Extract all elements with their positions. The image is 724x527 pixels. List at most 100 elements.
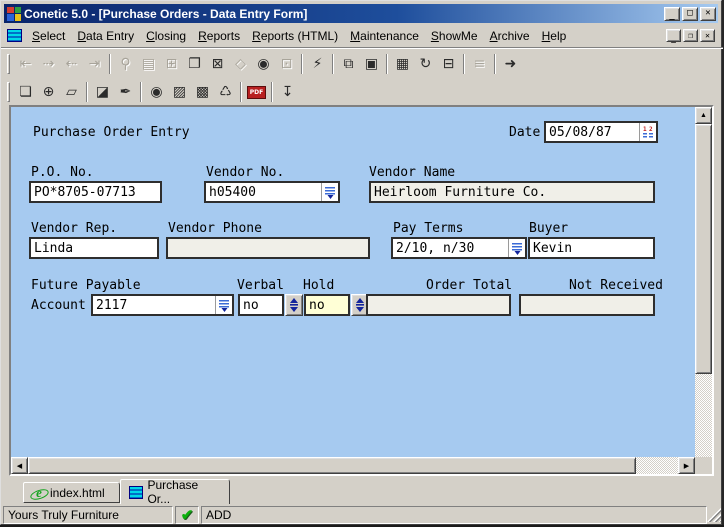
pay-terms-label: Pay Terms <box>393 221 464 236</box>
scroll-up-button[interactable]: ▲ <box>695 107 712 124</box>
vendor-phone-label: Vendor Phone <box>168 221 262 236</box>
mode-status-panel: ADD <box>201 506 707 524</box>
menu-archive[interactable]: Archive <box>484 27 536 45</box>
account-input[interactable] <box>93 296 215 314</box>
vertical-scrollbar[interactable]: ▲ ▼ <box>695 107 712 474</box>
calendar-icon[interactable]: 1 2 <box>639 123 656 141</box>
duplicate-form-button[interactable]: ❐ <box>183 53 206 75</box>
tab-index-html[interactable]: e index.html <box>23 482 120 503</box>
nav-first-button: ⇤ <box>19 56 32 72</box>
print-button[interactable]: ⊟ <box>437 53 460 75</box>
buyer-input[interactable] <box>530 239 653 257</box>
future-payable-label: Future Payable <box>31 278 141 293</box>
menu-data-entry[interactable]: Data Entry <box>71 27 140 45</box>
vendor-rep-input[interactable] <box>31 239 157 257</box>
vendor-rep-label: Vendor Rep. <box>31 221 118 236</box>
vendor-name-field <box>369 181 655 203</box>
find-button[interactable]: ◉ <box>145 81 168 103</box>
horizontal-scrollbar[interactable]: ◀ ▶ <box>11 457 695 474</box>
delete-record-button[interactable]: ⊠ <box>206 53 229 75</box>
stack-button: ≡ <box>473 56 486 72</box>
entry-mode: ADD <box>206 508 232 522</box>
scroll-left-button[interactable]: ◀ <box>11 457 28 474</box>
menu-reports-html[interactable]: Reports (HTML) <box>246 27 344 45</box>
application-window: Conetic 5.0 - [Purchase Orders - Data En… <box>0 0 723 525</box>
hold-field[interactable] <box>304 294 350 316</box>
date-field[interactable]: 1 2 <box>544 121 658 143</box>
menu-maintenance[interactable]: Maintenance <box>344 27 425 45</box>
verbal-input[interactable] <box>240 296 282 314</box>
internet-explorer-icon: e <box>32 485 46 500</box>
pay-terms-input[interactable] <box>393 239 508 257</box>
pay-terms-field[interactable] <box>391 237 527 259</box>
execute-button[interactable]: ⚡ <box>306 53 329 75</box>
menu-closing[interactable]: Closing <box>140 27 192 45</box>
clear-record-button: ◇ <box>235 56 246 72</box>
menu-showme[interactable]: ShowMe <box>425 27 484 45</box>
open-book-button[interactable]: ▱ <box>60 81 83 103</box>
tab-purchase-orders[interactable]: Purchase Or... <box>120 478 230 506</box>
menu-select[interactable]: Select <box>26 27 71 45</box>
verbal-spinner[interactable] <box>285 294 303 316</box>
mdi-close-button[interactable]: ✕ <box>700 29 715 42</box>
open-book-add-button[interactable]: ⊕ <box>37 81 60 103</box>
pdf-export-button[interactable]: PDF <box>245 81 268 103</box>
refresh-button[interactable]: ↻ <box>414 53 437 75</box>
horizontal-scroll-thumb[interactable] <box>28 457 636 474</box>
menu-reports[interactable]: Reports <box>192 27 246 45</box>
find-record-button[interactable]: ◉ <box>252 53 275 75</box>
buyer-label: Buyer <box>529 221 569 236</box>
vendor-rep-field[interactable] <box>29 237 159 259</box>
verbal-field[interactable] <box>238 294 284 316</box>
export-button[interactable]: ↧ <box>276 81 299 103</box>
vendor-no-input[interactable] <box>206 183 321 201</box>
tab-index-html-label: index.html <box>50 485 105 500</box>
penguin-button[interactable]: ✒ <box>114 81 137 103</box>
vendor-no-field[interactable] <box>204 181 340 203</box>
window-title: Conetic 5.0 - [Purchase Orders - Data En… <box>24 6 308 21</box>
new-book-button[interactable]: ❏ <box>14 81 37 103</box>
copy-button[interactable]: ⧉ <box>337 53 360 75</box>
hold-input[interactable] <box>306 296 348 314</box>
nav-forward-button: ⇢ <box>42 56 55 72</box>
company-status-panel: Yours Truly Furniture <box>3 506 173 524</box>
account-label: Account <box>31 298 86 313</box>
add-record-button: ⊞ <box>165 56 178 72</box>
account-field[interactable] <box>91 294 234 316</box>
check-status-panel: ✔ <box>175 506 199 524</box>
open-book-prompt-button[interactable]: ◪ <box>91 81 114 103</box>
image-button[interactable]: ▨ <box>168 81 191 103</box>
mdi-minimize-button[interactable]: _ <box>666 29 681 42</box>
close-button[interactable]: ✕ <box>700 6 716 21</box>
pay-terms-lookup-icon[interactable] <box>508 239 525 257</box>
resize-grip[interactable] <box>707 508 721 522</box>
menu-help[interactable]: Help <box>536 27 573 45</box>
buyer-field[interactable] <box>528 237 655 259</box>
account-lookup-icon[interactable] <box>215 296 232 314</box>
vendor-lookup-icon[interactable] <box>321 183 338 201</box>
image-save-button[interactable]: ▩ <box>191 81 214 103</box>
scroll-right-button[interactable]: ▶ <box>678 457 695 474</box>
po-no-field[interactable] <box>29 181 162 203</box>
mdi-restore-button[interactable]: ❐ <box>683 29 698 42</box>
minimize-button[interactable]: _ <box>664 6 680 21</box>
hold-label: Hold <box>303 278 335 293</box>
order-total-field <box>366 294 511 316</box>
exit-button[interactable]: ➜ <box>499 53 522 75</box>
po-no-input[interactable] <box>31 183 160 201</box>
mdi-system-icon[interactable] <box>7 29 22 42</box>
toolbar-main: ⇤ ⇢ ⇠ ⇥ ⚲ ▤ ⊞ ❐ ⊠ ◇ ◉ ⊡ ⚡ ⧉ ▣ ▦ ↻ ⊟ ≡ ➜ <box>5 50 522 78</box>
nav-back-button: ⇠ <box>65 56 78 72</box>
trash-button[interactable]: ♺ <box>214 81 237 103</box>
date-input[interactable] <box>546 123 639 141</box>
verbal-label: Verbal <box>237 278 284 293</box>
toolbar-grip[interactable] <box>7 54 10 74</box>
form-window-button[interactable]: ▦ <box>391 53 414 75</box>
save-record-button: ▤ <box>141 56 156 72</box>
paste-button[interactable]: ▣ <box>360 53 383 75</box>
toolbar-grip-2[interactable] <box>7 82 10 102</box>
vendor-phone-field <box>166 237 370 259</box>
toolbar-books: ❏ ⊕ ▱ ◪ ✒ ◉ ▨ ▩ ♺ PDF ↧ <box>5 79 299 105</box>
vertical-scroll-thumb[interactable] <box>695 124 712 374</box>
maximize-button[interactable]: □ <box>682 6 698 21</box>
